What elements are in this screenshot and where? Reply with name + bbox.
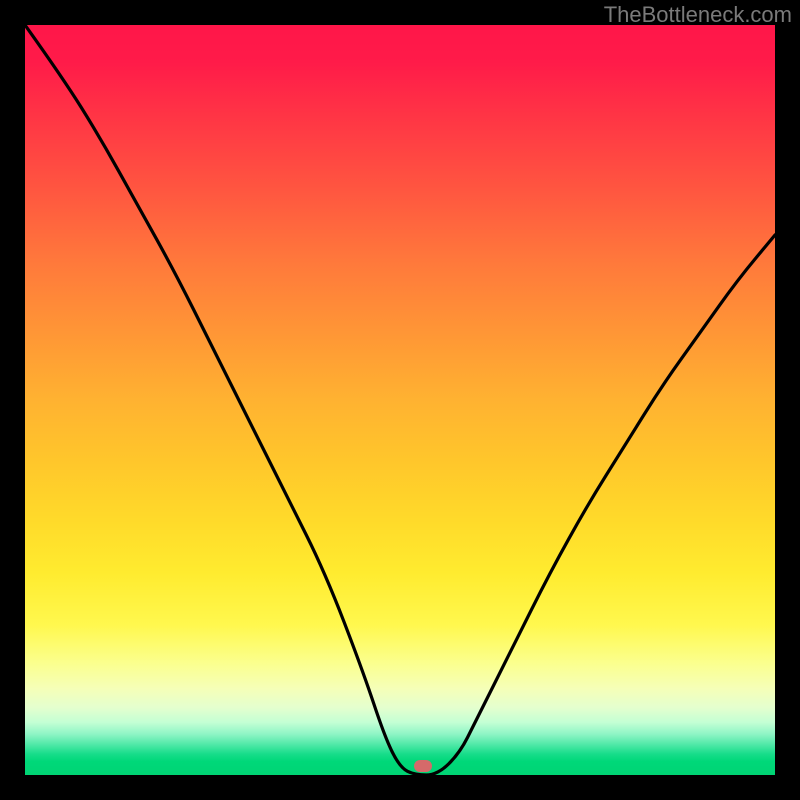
chart-container: TheBottleneck.com	[0, 0, 800, 800]
plot-area	[25, 25, 775, 775]
watermark-text: TheBottleneck.com	[604, 2, 792, 28]
bottleneck-curve-path	[25, 25, 775, 775]
curve-overlay	[25, 25, 775, 775]
optimal-point-marker	[414, 760, 432, 772]
